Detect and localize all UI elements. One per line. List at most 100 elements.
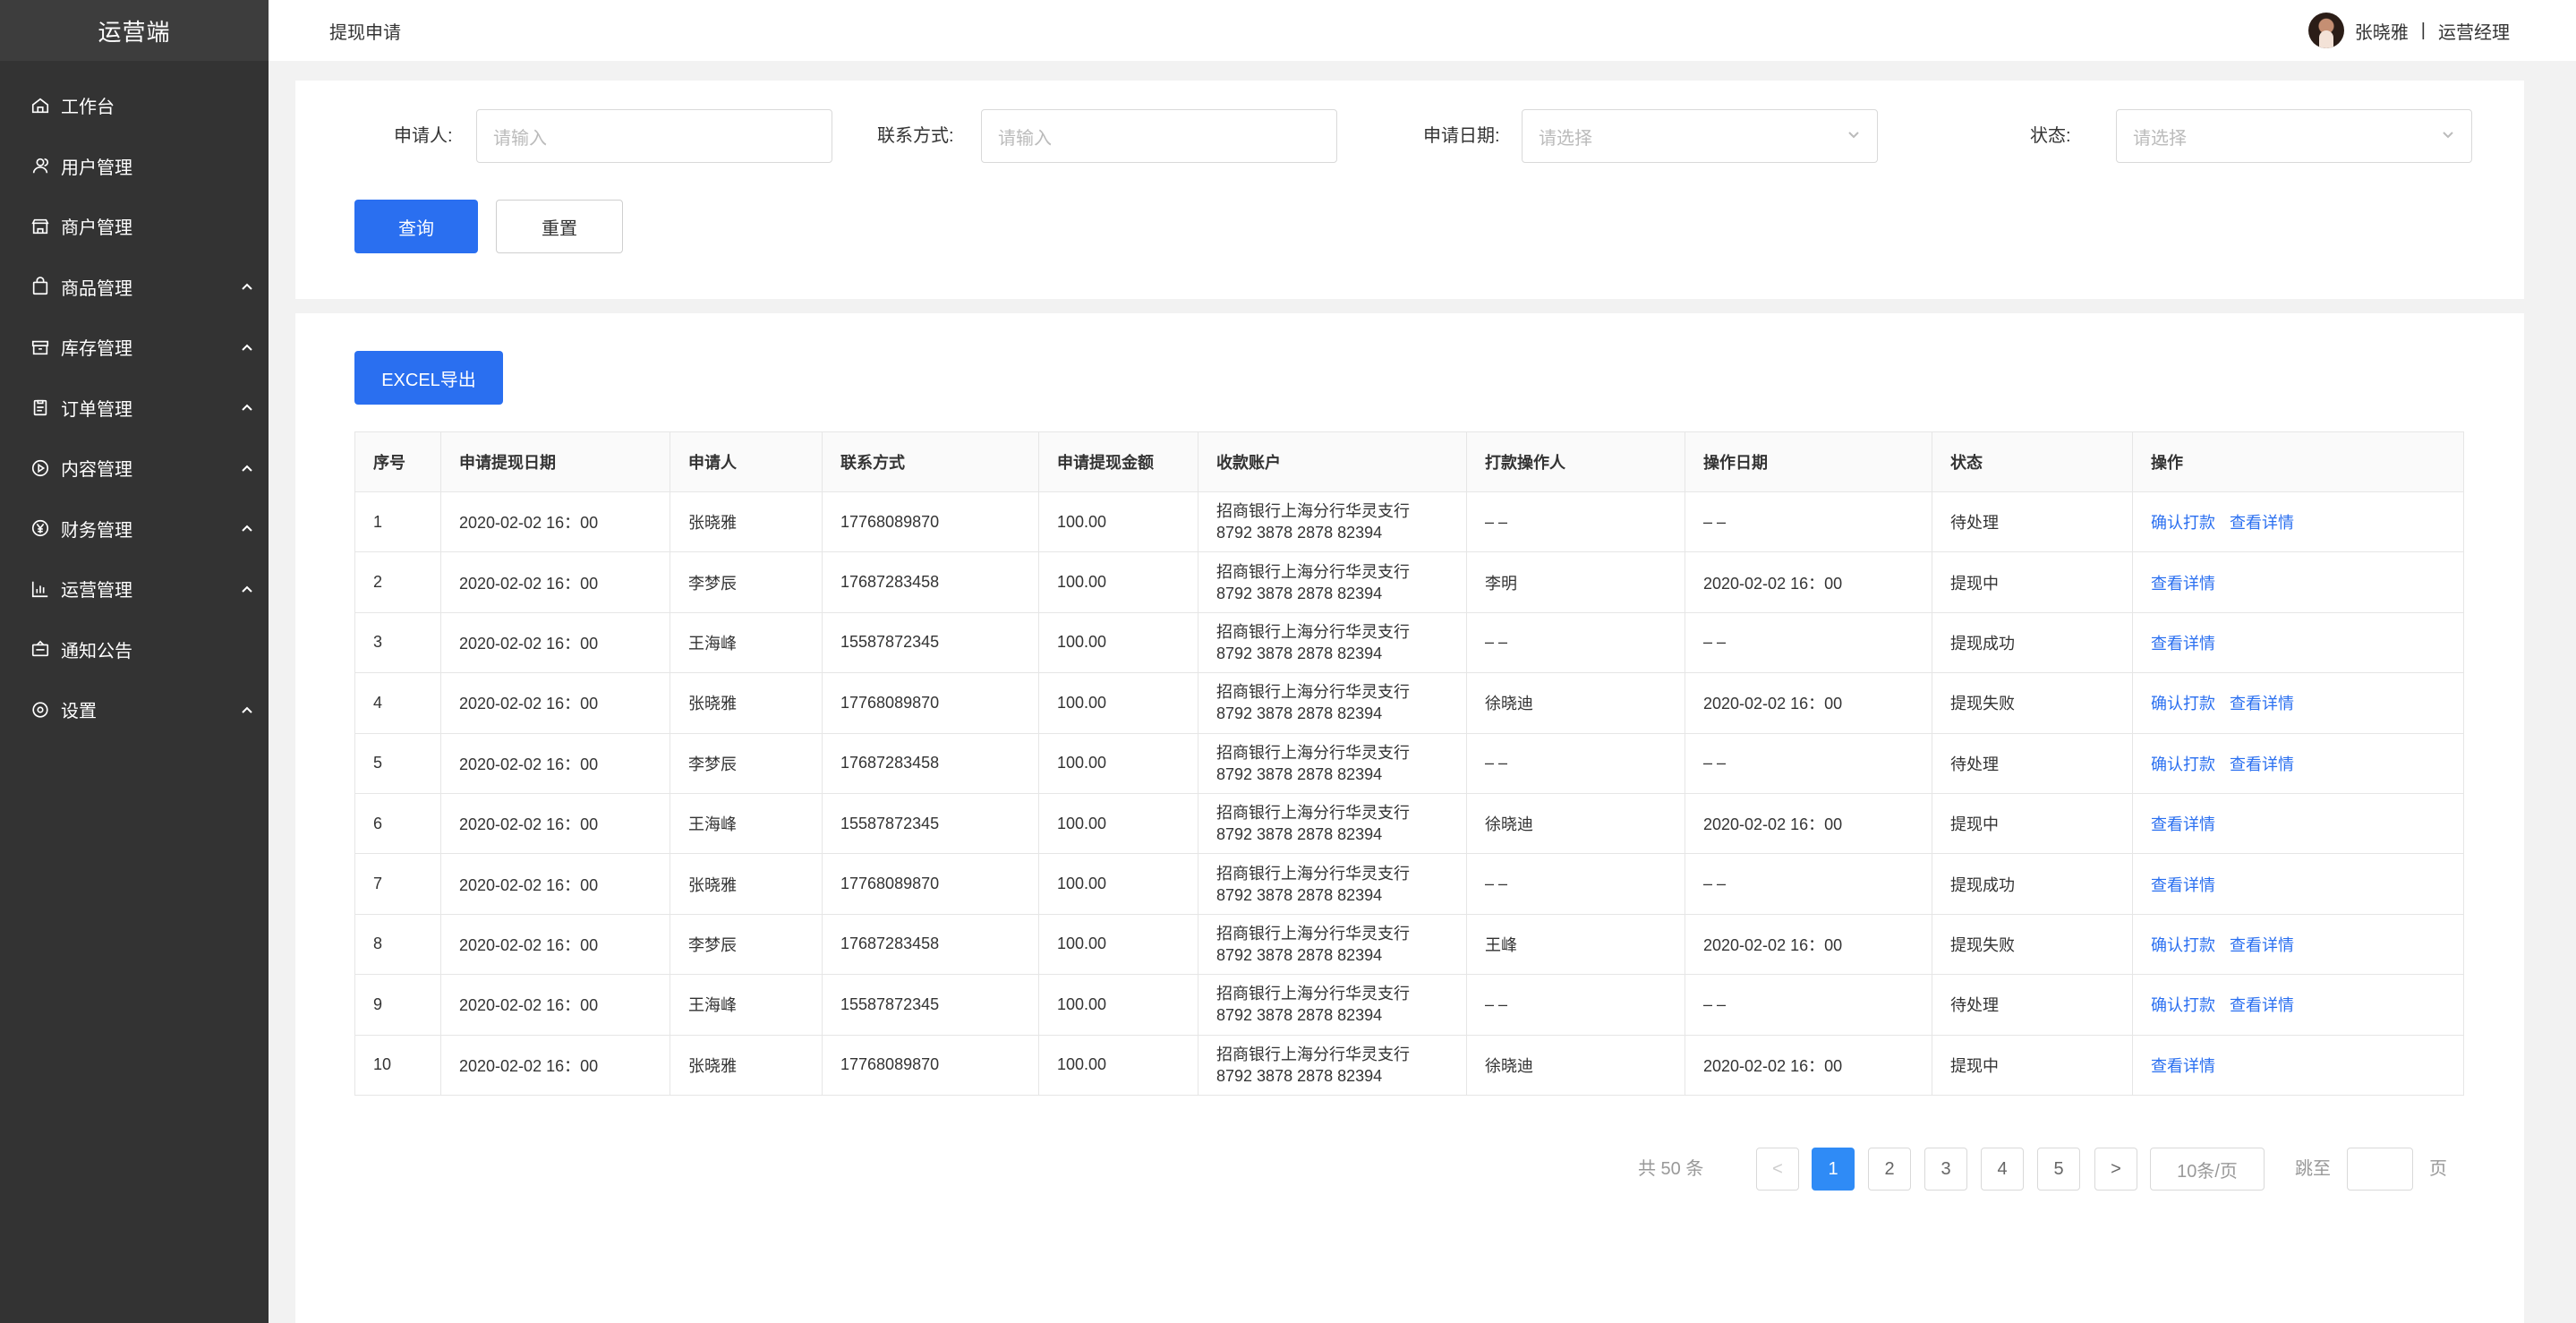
- sidebar-item-6[interactable]: 订单管理: [0, 378, 269, 439]
- sidebar-item-label: 库存管理: [61, 339, 132, 360]
- bank-name: 招商银行上海分行华灵支行: [1216, 985, 1410, 1003]
- page-button-4[interactable]: 4: [1981, 1148, 2024, 1191]
- cell-operator: – –: [1466, 732, 1685, 794]
- table-row: 1 2020-02-02 16：00 张晓雅 17768089870 100.00 招商银…: [354, 491, 2464, 553]
- cell-status: 待处理: [1932, 974, 2133, 1036]
- cell-applicant: 张晓雅: [670, 672, 823, 734]
- cell-account: 招商银行上海分行华灵支行 8792 3878 2878 82394: [1198, 913, 1467, 976]
- view-details-link[interactable]: 查看详情: [2230, 755, 2294, 773]
- next-page-button[interactable]: >: [2094, 1148, 2137, 1191]
- avatar[interactable]: [2307, 13, 2344, 48]
- cell-apply-date: 2020-02-02 16：00: [440, 913, 670, 976]
- date-select[interactable]: 请选择: [1522, 109, 1878, 163]
- cell-account: 招商银行上海分行华灵支行 8792 3878 2878 82394: [1198, 732, 1467, 794]
- cell-account: 招商银行上海分行华灵支行 8792 3878 2878 82394: [1198, 611, 1467, 674]
- applicant-input[interactable]: 请输入: [476, 109, 832, 163]
- chevron-up-icon[interactable]: [240, 279, 254, 294]
- sidebar-item-1[interactable]: 工作台: [0, 75, 269, 136]
- cell-no: 8: [354, 913, 441, 976]
- clipboard-icon: [30, 397, 50, 417]
- confirm-payment-link[interactable]: 确认打款: [2151, 514, 2215, 532]
- column-header: 申请提现金额: [1038, 431, 1198, 492]
- sidebar-item-label: 通知公告: [61, 641, 132, 662]
- sidebar-item-11[interactable]: 设置: [0, 679, 269, 740]
- sidebar-item-3[interactable]: 商户管理: [0, 196, 269, 257]
- sidebar-item-2[interactable]: 用户管理: [0, 136, 269, 197]
- confirm-payment-link[interactable]: 确认打款: [2151, 695, 2215, 713]
- view-details-link[interactable]: 查看详情: [2230, 936, 2294, 954]
- reset-button[interactable]: 重置: [496, 200, 623, 253]
- sidebar-item-10[interactable]: 通知公告: [0, 619, 269, 680]
- view-details-link[interactable]: 查看详情: [2230, 695, 2294, 713]
- cell-applicant: 张晓雅: [670, 1034, 823, 1096]
- confirm-payment-link[interactable]: 确认打款: [2151, 996, 2215, 1014]
- cell-actions: 查看详情: [2132, 792, 2464, 855]
- page-button-1[interactable]: 1: [1812, 1148, 1855, 1191]
- view-details-link[interactable]: 查看详情: [2151, 1057, 2215, 1075]
- view-details-link[interactable]: 查看详情: [2151, 876, 2215, 894]
- chevron-up-icon[interactable]: [240, 703, 254, 717]
- view-details-link[interactable]: 查看详情: [2151, 815, 2215, 833]
- page-button-2[interactable]: 2: [1868, 1148, 1911, 1191]
- column-header: 操作日期: [1685, 431, 1932, 492]
- jump-page-input[interactable]: [2347, 1148, 2413, 1191]
- sidebar-item-7[interactable]: 内容管理: [0, 438, 269, 499]
- sidebar-item-4[interactable]: 商品管理: [0, 257, 269, 318]
- cell-no: 10: [354, 1034, 441, 1096]
- confirm-payment-link[interactable]: 确认打款: [2151, 936, 2215, 954]
- sidebar-item-9[interactable]: 运营管理: [0, 559, 269, 619]
- cell-operate-date: 2020-02-02 16：00: [1685, 792, 1932, 855]
- query-button[interactable]: 查询: [354, 200, 478, 253]
- sidebar-menu: 工作台用户管理商户管理商品管理库存管理订单管理内容管理 财务管理 运营管理通知公告设…: [0, 61, 269, 740]
- brand-title: 运营端: [0, 0, 269, 61]
- page-button-3[interactable]: 3: [1924, 1148, 1967, 1191]
- cell-amount: 100.00: [1038, 853, 1198, 915]
- cell-actions: 查看详情: [2132, 1034, 2464, 1096]
- view-details-link[interactable]: 查看详情: [2230, 514, 2294, 532]
- page-size-select[interactable]: 10条/页: [2150, 1148, 2265, 1191]
- view-details-link[interactable]: 查看详情: [2151, 635, 2215, 653]
- cell-phone: 17687283458: [822, 551, 1039, 613]
- chevron-up-icon[interactable]: [240, 582, 254, 596]
- confirm-payment-link[interactable]: 确认打款: [2151, 755, 2215, 773]
- cell-applicant: 王海峰: [670, 974, 823, 1036]
- status-select[interactable]: 请选择: [2116, 109, 2472, 163]
- account-number: 8792 3878 2878 82394: [1216, 885, 1383, 904]
- cell-no: 6: [354, 792, 441, 855]
- cell-operate-date: – –: [1685, 732, 1932, 794]
- bank-name: 招商银行上海分行华灵支行: [1216, 502, 1410, 521]
- cell-operate-date: – –: [1685, 974, 1932, 1036]
- cell-phone: 17687283458: [822, 732, 1039, 794]
- sidebar-item-5[interactable]: 库存管理: [0, 317, 269, 378]
- chevron-up-icon[interactable]: [240, 400, 254, 414]
- cell-no: 2: [354, 551, 441, 613]
- cell-applicant: 王海峰: [670, 611, 823, 674]
- contact-input[interactable]: 请输入: [981, 109, 1337, 163]
- view-details-link[interactable]: 查看详情: [2151, 575, 2215, 593]
- column-header: 打款操作人: [1466, 431, 1685, 492]
- table-row: 4 2020-02-02 16：00 张晓雅 17768089870 100.00 招商银…: [354, 672, 2464, 734]
- excel-export-button[interactable]: EXCEL导出: [354, 351, 503, 405]
- cell-amount: 100.00: [1038, 974, 1198, 1036]
- chevron-up-icon[interactable]: [240, 521, 254, 535]
- cell-amount: 100.00: [1038, 611, 1198, 674]
- sidebar-item-label: 订单管理: [61, 399, 132, 420]
- sidebar-item-8[interactable]: 财务管理: [0, 499, 269, 559]
- page-button-5[interactable]: 5: [2037, 1148, 2080, 1191]
- sidebar-item-label: 商户管理: [61, 218, 132, 239]
- sidebar-item-label: 工作台: [61, 98, 115, 118]
- bank-name: 招商银行上海分行华灵支行: [1216, 924, 1410, 943]
- view-details-link[interactable]: 查看详情: [2230, 996, 2294, 1014]
- cell-no: 1: [354, 491, 441, 553]
- user-menu[interactable]: 张晓雅 | 运营经理: [2307, 13, 2510, 48]
- cell-account: 招商银行上海分行华灵支行 8792 3878 2878 82394: [1198, 974, 1467, 1036]
- prev-page-button[interactable]: <: [1756, 1148, 1799, 1191]
- cell-operate-date: – –: [1685, 611, 1932, 674]
- cell-status: 待处理: [1932, 732, 2133, 794]
- account-number: 8792 3878 2878 82394: [1216, 945, 1383, 964]
- pagination: 共 50 条 < 12345 > 10条/页 跳至 页: [295, 1148, 2524, 1191]
- column-header: 申请提现日期: [440, 431, 670, 492]
- cell-account: 招商银行上海分行华灵支行 8792 3878 2878 82394: [1198, 853, 1467, 915]
- chevron-up-icon[interactable]: [240, 340, 254, 354]
- chevron-up-icon[interactable]: [240, 461, 254, 475]
